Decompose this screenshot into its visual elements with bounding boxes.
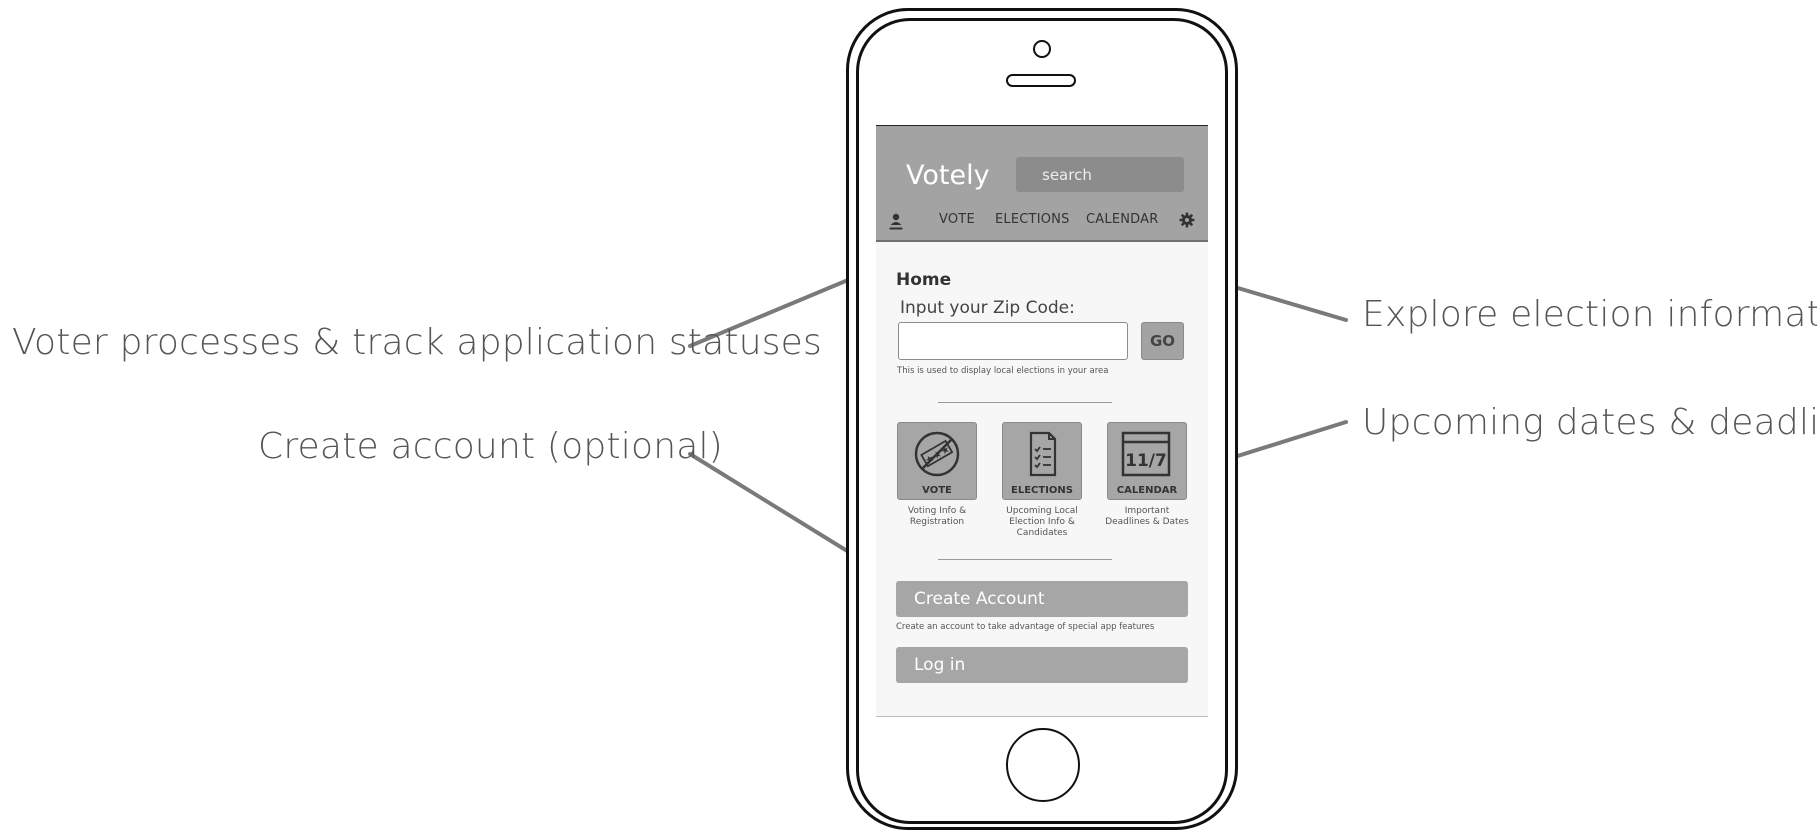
user-icon[interactable] bbox=[889, 213, 903, 230]
annotation-account: Create account (optional) bbox=[258, 426, 723, 467]
elections-tile[interactable]: ELECTIONS bbox=[1002, 422, 1082, 500]
tile-description: Voting Info & Registration bbox=[907, 506, 967, 527]
annotation-vote: Voter processes & track application stat… bbox=[12, 322, 822, 363]
create-account-hint: Create an account to take advantage of s… bbox=[896, 622, 1155, 632]
app-screen: Votely VOTE ELECTIONS CALENDAR bbox=[876, 125, 1208, 717]
calendar-icon: 11/7 bbox=[1121, 431, 1171, 477]
nav-bar: VOTE ELECTIONS CALENDAR bbox=[876, 210, 1208, 234]
divider bbox=[938, 559, 1112, 560]
go-button[interactable]: GO bbox=[1141, 322, 1184, 360]
tile-label: VOTE bbox=[922, 485, 952, 496]
calendar-tile[interactable]: 11/7 CALENDAR bbox=[1107, 422, 1187, 500]
page-title: Home bbox=[896, 270, 952, 290]
tile-label: CALENDAR bbox=[1116, 485, 1178, 496]
tab-vote[interactable]: VOTE bbox=[939, 212, 975, 227]
annotation-calendar: Upcoming dates & deadlines bbox=[1362, 402, 1817, 443]
tab-calendar[interactable]: CALENDAR bbox=[1086, 212, 1158, 227]
zip-label: Input your Zip Code: bbox=[900, 298, 1075, 318]
gear-icon[interactable] bbox=[1179, 212, 1195, 228]
home-button[interactable] bbox=[1006, 728, 1080, 802]
checklist-icon bbox=[1029, 431, 1057, 477]
svg-text:★★★: ★★★ bbox=[923, 444, 952, 467]
login-button[interactable]: Log in bbox=[896, 647, 1188, 683]
app-logo: Votely bbox=[906, 160, 990, 191]
vote-tile[interactable]: ★★★ VOTE bbox=[897, 422, 977, 500]
annotation-elections: Explore election information bbox=[1362, 294, 1817, 335]
earpiece-speaker bbox=[1006, 74, 1076, 87]
tile-label: ELECTIONS bbox=[1011, 485, 1073, 496]
divider bbox=[938, 402, 1112, 403]
create-account-button[interactable]: Create Account bbox=[896, 581, 1188, 617]
search-input[interactable] bbox=[1016, 157, 1184, 192]
app-header: Votely VOTE ELECTIONS CALENDAR bbox=[876, 126, 1208, 242]
tab-elections[interactable]: ELECTIONS bbox=[995, 212, 1070, 227]
calendar-icon-date: 11/7 bbox=[1125, 451, 1167, 471]
zip-hint: This is used to display local elections … bbox=[897, 366, 1109, 376]
front-camera bbox=[1033, 40, 1051, 58]
tile-description: Important Deadlines & Dates bbox=[1105, 506, 1189, 527]
tile-description: Upcoming Local Election Info & Candidate… bbox=[1006, 506, 1078, 538]
zip-code-input[interactable] bbox=[898, 322, 1128, 360]
ballot-icon: ★★★ bbox=[914, 431, 960, 477]
